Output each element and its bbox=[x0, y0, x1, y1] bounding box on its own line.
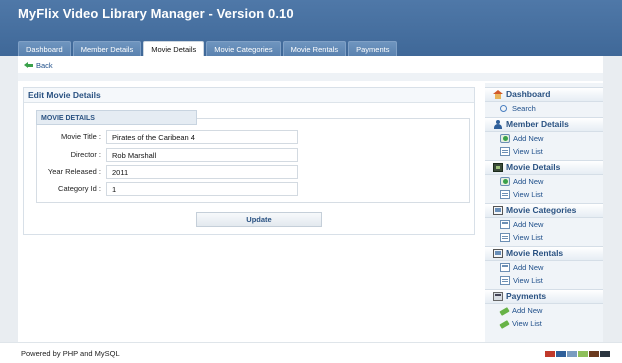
category-id-row: Category Id : bbox=[24, 182, 476, 196]
list-icon bbox=[500, 147, 510, 156]
sidebar-section-movie-rentals[interactable]: Movie Rentals bbox=[485, 246, 603, 261]
movie-title-input[interactable] bbox=[106, 130, 298, 144]
sidebar-item-category-view-list[interactable]: View List bbox=[485, 231, 603, 244]
monitor-icon bbox=[493, 249, 503, 258]
back-link[interactable]: Back bbox=[24, 61, 53, 70]
theme-swatch[interactable] bbox=[545, 351, 555, 357]
tab-member-details[interactable]: Member Details bbox=[72, 41, 142, 56]
film-icon bbox=[493, 163, 503, 172]
sidebar-section-label: Movie Categories bbox=[506, 205, 577, 215]
director-row: Director : bbox=[24, 148, 476, 162]
sidebar-item-payment-add-new[interactable]: Add New bbox=[485, 304, 603, 317]
footer-text: Powered by PHP and MySQL bbox=[21, 349, 120, 358]
year-released-row: Year Released : bbox=[24, 165, 476, 179]
monitor-icon bbox=[493, 206, 503, 215]
add-window-icon bbox=[500, 220, 510, 229]
sidebar-item-label: View List bbox=[513, 233, 543, 242]
sidebar-item-category-add-new[interactable]: Add New bbox=[485, 218, 603, 231]
payment-icon bbox=[499, 307, 510, 316]
sidebar-section-label: Movie Details bbox=[506, 162, 561, 172]
year-released-label: Year Released : bbox=[47, 167, 101, 176]
sidebar-item-member-view-list[interactable]: View List bbox=[485, 145, 603, 158]
tab-movie-categories[interactable]: Movie Categories bbox=[206, 41, 281, 56]
sidebar-item-label: Add New bbox=[513, 134, 544, 143]
tab-payments[interactable]: Payments bbox=[348, 41, 398, 56]
update-button[interactable]: Update bbox=[196, 212, 322, 227]
list-icon bbox=[500, 276, 510, 285]
sidebar: Dashboard Search Member Details Add New … bbox=[485, 83, 603, 342]
category-id-label: Category Id : bbox=[58, 184, 101, 193]
category-id-input[interactable] bbox=[106, 182, 298, 196]
edit-movie-panel: Edit Movie Details MOVIE DETAILS Movie T… bbox=[23, 87, 475, 235]
sidebar-section-label: Dashboard bbox=[506, 89, 551, 99]
calculator-icon bbox=[493, 292, 503, 301]
sidebar-item-label: Add New bbox=[513, 263, 544, 272]
tab-movie-rentals[interactable]: Movie Rentals bbox=[282, 41, 347, 56]
add-icon bbox=[500, 177, 510, 186]
app-header: MyFlix Video Library Manager - Version 0… bbox=[0, 0, 622, 56]
fieldset-legend: MOVIE DETAILS bbox=[36, 110, 197, 125]
main-tabs: Dashboard Member Details Movie Details M… bbox=[18, 41, 399, 56]
sidebar-item-rental-view-list[interactable]: View List bbox=[485, 274, 603, 287]
theme-swatch[interactable] bbox=[567, 351, 577, 357]
list-icon bbox=[500, 233, 510, 242]
user-icon bbox=[493, 120, 503, 129]
tab-movie-details[interactable]: Movie Details bbox=[143, 41, 205, 56]
search-icon bbox=[500, 105, 507, 112]
list-icon bbox=[500, 190, 510, 199]
theme-swatches bbox=[545, 351, 611, 357]
sidebar-item-label: Add New bbox=[512, 306, 543, 315]
app-title: MyFlix Video Library Manager - Version 0… bbox=[18, 6, 294, 21]
sidebar-item-label: Add New bbox=[513, 177, 544, 186]
year-released-input[interactable] bbox=[106, 165, 298, 179]
sidebar-section-member-details[interactable]: Member Details bbox=[485, 117, 603, 132]
add-window-icon bbox=[500, 263, 510, 272]
sidebar-section-label: Member Details bbox=[506, 119, 569, 129]
back-label: Back bbox=[36, 61, 53, 70]
sidebar-section-movie-details[interactable]: Movie Details bbox=[485, 160, 603, 175]
theme-swatch[interactable] bbox=[556, 351, 566, 357]
movie-title-row: Movie Title : bbox=[24, 130, 476, 144]
sidebar-section-label: Payments bbox=[506, 291, 547, 301]
back-arrow-icon bbox=[24, 62, 33, 68]
payment-icon bbox=[499, 320, 510, 329]
director-label: Director : bbox=[70, 150, 101, 159]
sidebar-section-payments[interactable]: Payments bbox=[485, 289, 603, 304]
add-icon bbox=[500, 134, 510, 143]
toolbar-divider bbox=[18, 73, 603, 81]
sidebar-item-label: View List bbox=[513, 190, 543, 199]
sidebar-item-member-add-new[interactable]: Add New bbox=[485, 132, 603, 145]
sidebar-item-label: View List bbox=[512, 319, 542, 328]
sidebar-section-label: Movie Rentals bbox=[506, 248, 564, 258]
sidebar-item-movie-view-list[interactable]: View List bbox=[485, 188, 603, 201]
panel-title: Edit Movie Details bbox=[24, 88, 474, 103]
home-icon bbox=[493, 90, 503, 99]
theme-swatch[interactable] bbox=[600, 351, 610, 357]
theme-swatch[interactable] bbox=[578, 351, 588, 357]
sidebar-item-rental-add-new[interactable]: Add New bbox=[485, 261, 603, 274]
theme-swatch[interactable] bbox=[589, 351, 599, 357]
sidebar-item-label: Add New bbox=[513, 220, 544, 229]
sidebar-item-label: View List bbox=[513, 276, 543, 285]
sidebar-item-search[interactable]: Search bbox=[485, 102, 603, 115]
sidebar-section-dashboard[interactable]: Dashboard bbox=[485, 87, 603, 102]
tab-dashboard[interactable]: Dashboard bbox=[18, 41, 71, 56]
sidebar-item-label: View List bbox=[513, 147, 543, 156]
director-input[interactable] bbox=[106, 148, 298, 162]
movie-title-label: Movie Title : bbox=[60, 132, 101, 141]
sidebar-item-label: Search bbox=[512, 104, 536, 113]
sidebar-item-movie-add-new[interactable]: Add New bbox=[485, 175, 603, 188]
page-footer: Powered by PHP and MySQL bbox=[0, 342, 622, 363]
sidebar-section-movie-categories[interactable]: Movie Categories bbox=[485, 203, 603, 218]
sidebar-item-payment-view-list[interactable]: View List bbox=[485, 317, 603, 330]
